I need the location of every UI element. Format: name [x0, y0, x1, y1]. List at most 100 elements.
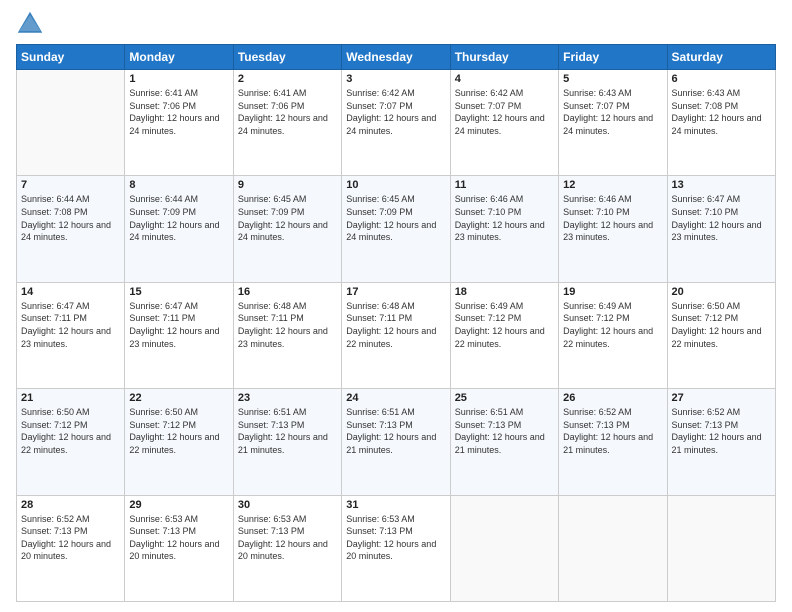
day-cell: 9 Sunrise: 6:45 AMSunset: 7:09 PMDaylight…	[233, 176, 341, 282]
day-cell: 16Sunrise: 6:48 AMSunset: 7:11 PMDayligh…	[233, 282, 341, 388]
day-number: 27	[672, 392, 771, 404]
week-row-4: 21 Sunrise: 6:50 AMSunset: 7:12 PMDayligh…	[17, 389, 776, 495]
day-cell: 8Sunrise: 6:44 AMSunset: 7:09 PMDaylight…	[125, 176, 233, 282]
day-number: 25	[455, 392, 554, 404]
day-number: 9	[238, 179, 337, 191]
day-cell: 18 Sunrise: 6:49 AMSunset: 7:12 PMDayligh…	[450, 282, 558, 388]
day-info: Sunrise: 6:51 AMSunset: 7:13 PMDaylight:…	[238, 406, 337, 456]
day-cell: 20Sunrise: 6:50 AMSunset: 7:12 PMDayligh…	[667, 282, 775, 388]
day-cell: 11 Sunrise: 6:46 AMSunset: 7:10 PMDayligh…	[450, 176, 558, 282]
day-info: Sunrise: 6:51 AMSunset: 7:13 PMDaylight:…	[346, 406, 445, 456]
day-number: 30	[238, 499, 337, 511]
day-number: 23	[238, 392, 337, 404]
day-info: Sunrise: 6:48 AMSunset: 7:11 PMDaylight:…	[238, 300, 337, 350]
day-info: Sunrise: 6:53 AMSunset: 7:13 PMDaylight:…	[238, 513, 337, 563]
day-info: Sunrise: 6:46 AMSunset: 7:10 PMDaylight:…	[455, 193, 554, 243]
column-header-monday: Monday	[125, 45, 233, 70]
page: SundayMondayTuesdayWednesdayThursdayFrid…	[0, 0, 792, 612]
day-number: 14	[21, 286, 120, 298]
day-cell: 4 Sunrise: 6:42 AMSunset: 7:07 PMDaylight…	[450, 70, 558, 176]
day-cell: 14Sunrise: 6:47 AMSunset: 7:11 PMDayligh…	[17, 282, 125, 388]
day-cell: 6 Sunrise: 6:43 AMSunset: 7:08 PMDaylight…	[667, 70, 775, 176]
header	[16, 10, 776, 38]
column-header-tuesday: Tuesday	[233, 45, 341, 70]
day-number: 18	[455, 286, 554, 298]
day-cell: 3 Sunrise: 6:42 AMSunset: 7:07 PMDaylight…	[342, 70, 450, 176]
column-header-friday: Friday	[559, 45, 667, 70]
day-number: 13	[672, 179, 771, 191]
day-cell: 31 Sunrise: 6:53 AMSunset: 7:13 PMDayligh…	[342, 495, 450, 601]
day-info: Sunrise: 6:42 AMSunset: 7:07 PMDaylight:…	[455, 87, 554, 137]
day-cell: 22 Sunrise: 6:50 AMSunset: 7:12 PMDayligh…	[125, 389, 233, 495]
day-number: 4	[455, 73, 554, 85]
day-info: Sunrise: 6:50 AMSunset: 7:12 PMDaylight:…	[21, 406, 120, 456]
day-number: 15	[129, 286, 228, 298]
day-number: 6	[672, 73, 771, 85]
column-header-sunday: Sunday	[17, 45, 125, 70]
day-info: Sunrise: 6:45 AMSunset: 7:09 PMDaylight:…	[346, 193, 445, 243]
day-info: Sunrise: 6:47 AMSunset: 7:10 PMDaylight:…	[672, 193, 771, 243]
day-info: Sunrise: 6:42 AMSunset: 7:07 PMDaylight:…	[346, 87, 445, 137]
day-info: Sunrise: 6:53 AMSunset: 7:13 PMDaylight:…	[129, 513, 228, 563]
day-info: Sunrise: 6:51 AMSunset: 7:13 PMDaylight:…	[455, 406, 554, 456]
day-cell: 15 Sunrise: 6:47 AMSunset: 7:11 PMDayligh…	[125, 282, 233, 388]
day-info: Sunrise: 6:52 AMSunset: 7:13 PMDaylight:…	[21, 513, 120, 563]
day-cell	[450, 495, 558, 601]
day-cell	[17, 70, 125, 176]
day-number: 17	[346, 286, 445, 298]
general-blue-icon	[16, 10, 44, 38]
day-info: Sunrise: 6:41 AMSunset: 7:06 PMDaylight:…	[129, 87, 228, 137]
day-info: Sunrise: 6:41 AMSunset: 7:06 PMDaylight:…	[238, 87, 337, 137]
day-number: 10	[346, 179, 445, 191]
day-cell	[667, 495, 775, 601]
day-info: Sunrise: 6:45 AMSunset: 7:09 PMDaylight:…	[238, 193, 337, 243]
day-info: Sunrise: 6:49 AMSunset: 7:12 PMDaylight:…	[455, 300, 554, 350]
day-number: 24	[346, 392, 445, 404]
day-cell: 24 Sunrise: 6:51 AMSunset: 7:13 PMDayligh…	[342, 389, 450, 495]
day-number: 22	[129, 392, 228, 404]
day-cell: 25 Sunrise: 6:51 AMSunset: 7:13 PMDayligh…	[450, 389, 558, 495]
day-cell: 28 Sunrise: 6:52 AMSunset: 7:13 PMDayligh…	[17, 495, 125, 601]
day-number: 20	[672, 286, 771, 298]
calendar-header-row: SundayMondayTuesdayWednesdayThursdayFrid…	[17, 45, 776, 70]
day-info: Sunrise: 6:48 AMSunset: 7:11 PMDaylight:…	[346, 300, 445, 350]
day-number: 2	[238, 73, 337, 85]
day-info: Sunrise: 6:44 AMSunset: 7:09 PMDaylight:…	[129, 193, 228, 243]
day-info: Sunrise: 6:52 AMSunset: 7:13 PMDaylight:…	[563, 406, 662, 456]
day-cell: 30 Sunrise: 6:53 AMSunset: 7:13 PMDayligh…	[233, 495, 341, 601]
column-header-wednesday: Wednesday	[342, 45, 450, 70]
day-cell: 1Sunrise: 6:41 AMSunset: 7:06 PMDaylight…	[125, 70, 233, 176]
day-info: Sunrise: 6:46 AMSunset: 7:10 PMDaylight:…	[563, 193, 662, 243]
day-number: 29	[129, 499, 228, 511]
day-cell: 19 Sunrise: 6:49 AMSunset: 7:12 PMDayligh…	[559, 282, 667, 388]
calendar-table: SundayMondayTuesdayWednesdayThursdayFrid…	[16, 44, 776, 602]
day-number: 12	[563, 179, 662, 191]
day-number: 31	[346, 499, 445, 511]
day-cell: 21 Sunrise: 6:50 AMSunset: 7:12 PMDayligh…	[17, 389, 125, 495]
day-number: 7	[21, 179, 120, 191]
day-info: Sunrise: 6:44 AMSunset: 7:08 PMDaylight:…	[21, 193, 120, 243]
day-cell: 13 Sunrise: 6:47 AMSunset: 7:10 PMDayligh…	[667, 176, 775, 282]
day-cell: 2 Sunrise: 6:41 AMSunset: 7:06 PMDaylight…	[233, 70, 341, 176]
day-number: 11	[455, 179, 554, 191]
day-number: 19	[563, 286, 662, 298]
day-cell: 17 Sunrise: 6:48 AMSunset: 7:11 PMDayligh…	[342, 282, 450, 388]
day-info: Sunrise: 6:50 AMSunset: 7:12 PMDaylight:…	[129, 406, 228, 456]
day-info: Sunrise: 6:52 AMSunset: 7:13 PMDaylight:…	[672, 406, 771, 456]
day-info: Sunrise: 6:47 AMSunset: 7:11 PMDaylight:…	[129, 300, 228, 350]
day-number: 28	[21, 499, 120, 511]
day-number: 21	[21, 392, 120, 404]
day-number: 3	[346, 73, 445, 85]
day-cell: 10 Sunrise: 6:45 AMSunset: 7:09 PMDayligh…	[342, 176, 450, 282]
column-header-saturday: Saturday	[667, 45, 775, 70]
day-info: Sunrise: 6:49 AMSunset: 7:12 PMDaylight:…	[563, 300, 662, 350]
day-info: Sunrise: 6:53 AMSunset: 7:13 PMDaylight:…	[346, 513, 445, 563]
week-row-1: 1Sunrise: 6:41 AMSunset: 7:06 PMDaylight…	[17, 70, 776, 176]
day-info: Sunrise: 6:43 AMSunset: 7:08 PMDaylight:…	[672, 87, 771, 137]
day-cell: 23 Sunrise: 6:51 AMSunset: 7:13 PMDayligh…	[233, 389, 341, 495]
day-cell: 26Sunrise: 6:52 AMSunset: 7:13 PMDayligh…	[559, 389, 667, 495]
day-cell: 12 Sunrise: 6:46 AMSunset: 7:10 PMDayligh…	[559, 176, 667, 282]
week-row-5: 28 Sunrise: 6:52 AMSunset: 7:13 PMDayligh…	[17, 495, 776, 601]
logo	[16, 10, 48, 38]
week-row-3: 14 Sunrise: 6:47 AMSunset: 7:11 PMDayligh…	[17, 282, 776, 388]
